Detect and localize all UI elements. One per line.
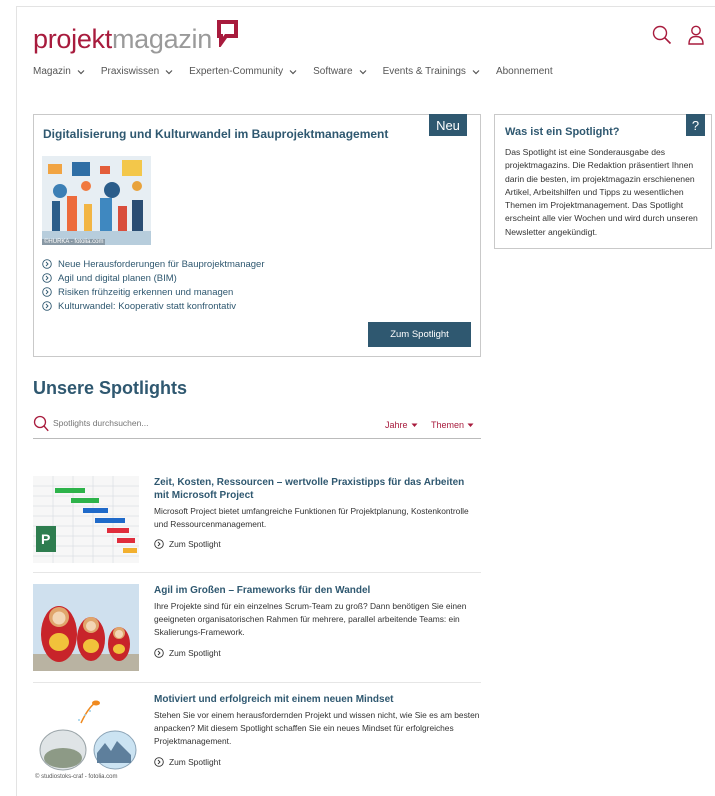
zum-spotlight-button[interactable]: Zum Spotlight <box>368 322 471 347</box>
nav-item-events-trainings[interactable]: Events & Trainings <box>383 66 480 77</box>
feature-image[interactable]: ©HURKA - fotolia.com <box>42 156 151 245</box>
list-item[interactable]: Neue Herausforderungen für Bauprojektman… <box>42 257 265 271</box>
chevron-circle-icon <box>42 273 52 283</box>
spotlight-image[interactable]: © studiostoks-craf - fotolia.com <box>33 693 139 780</box>
zum-spotlight-link[interactable]: Zum Spotlight <box>154 648 221 658</box>
nav-label: Praxiswissen <box>100 66 160 77</box>
chevron-circle-icon <box>42 287 52 297</box>
search-icon[interactable] <box>33 415 49 432</box>
bullet-text: Neue Herausforderungen für Bauprojektman… <box>58 258 265 270</box>
logo-text: projektmagazin <box>33 26 212 53</box>
svg-text:P: P <box>41 531 50 547</box>
zum-spotlight-link[interactable]: Zum Spotlight <box>154 757 221 767</box>
spotlight-search-bar: Jahre Themen <box>33 414 481 439</box>
info-box-text: Das Spotlight ist eine Sonderausgabe des… <box>505 147 698 237</box>
new-badge: Neu <box>429 114 467 136</box>
zum-spotlight-link[interactable]: Zum Spotlight <box>154 539 221 549</box>
nav-label: Abonnement <box>495 66 553 77</box>
chevron-down-icon <box>411 423 418 427</box>
chevron-down-icon <box>359 69 366 74</box>
logo-part-projekt: projekt <box>33 24 112 54</box>
chevron-circle-icon <box>42 259 52 269</box>
info-box-title: Was ist ein Spotlight? <box>505 126 620 138</box>
chevron-circle-icon <box>154 757 164 767</box>
spotlight-info-box: ? Was ist ein Spotlight? Das Spotlight i… <box>494 114 712 249</box>
chevron-down-icon <box>289 69 297 74</box>
list-item[interactable]: Risiken frühzeitig erkennen und managen <box>42 285 265 299</box>
question-badge: ? <box>686 114 705 136</box>
spotlight-description: Stehen Sie vor einem herausfordernden Pr… <box>154 710 480 746</box>
feature-spotlight-box: Neu Digitalisierung und Kulturwandel im … <box>33 114 481 357</box>
filter-years-dropdown[interactable]: Jahre <box>385 420 418 430</box>
link-label: Zum Spotlight <box>169 539 221 549</box>
feature-bullet-list: Neue Herausforderungen für Bauprojektman… <box>42 257 265 313</box>
nav-item-praxiswissen[interactable]: Praxiswissen <box>101 66 173 77</box>
nav-item-software[interactable]: Software <box>313 66 366 77</box>
spotlight-title[interactable]: Agil im Großen – Frameworks für den Wand… <box>154 584 479 597</box>
bullet-text: Agil und digital planen (BIM) <box>58 272 177 284</box>
divider <box>33 572 481 573</box>
chevron-circle-icon <box>154 539 164 549</box>
spotlight-title[interactable]: Motiviert und erfolgreich mit einem neue… <box>154 693 479 706</box>
image-credit: © studiostoks-craf - fotolia.com <box>33 774 120 780</box>
spotlight-list-item: Agil im Großen – Frameworks für den Wand… <box>33 584 481 674</box>
feature-image-illustration <box>42 156 151 245</box>
bullet-text: Risiken frühzeitig erkennen und managen <box>58 286 234 298</box>
nav-item-magazin[interactable]: Magazin <box>33 66 85 77</box>
chevron-down-icon <box>467 423 474 427</box>
spotlight-image[interactable]: P <box>33 476 139 563</box>
filter-label: Jahre <box>385 420 408 430</box>
feature-title[interactable]: Digitalisierung und Kulturwandel im Baup… <box>43 127 388 141</box>
chevron-down-icon <box>77 69 85 74</box>
chevron-down-icon <box>472 69 480 74</box>
spotlight-search-input[interactable] <box>53 418 253 428</box>
chevron-circle-icon <box>42 301 52 311</box>
spotlight-description: Microsoft Project bietet umfangreiche Fu… <box>154 506 469 529</box>
nav-item-abonnement[interactable]: Abonnement <box>496 66 553 77</box>
fishbowl-illustration <box>33 693 139 780</box>
spotlight-description: Ihre Projekte sind für ein einzelnes Scr… <box>154 601 467 637</box>
spotlight-image[interactable] <box>33 584 139 671</box>
nav-label: Magazin <box>33 66 71 77</box>
list-item[interactable]: Agil und digital planen (BIM) <box>42 271 265 285</box>
bullet-text: Kulturwandel: Kooperativ statt konfronta… <box>58 300 236 312</box>
list-item[interactable]: Kulturwandel: Kooperativ statt konfronta… <box>42 299 265 313</box>
user-icon[interactable] <box>685 24 707 46</box>
link-label: Zum Spotlight <box>169 648 221 658</box>
spotlight-title[interactable]: Zeit, Kosten, Ressourcen – wertvolle Pra… <box>154 476 479 502</box>
search-icon[interactable] <box>651 24 673 46</box>
nav-label: Experten-Community <box>189 66 284 77</box>
chevron-down-icon <box>165 69 173 74</box>
site-logo[interactable]: projektmagazin <box>33 17 238 53</box>
spotlight-list-item: © studiostoks-craf - fotolia.com Motivie… <box>33 693 481 783</box>
logo-mark-icon <box>216 20 238 47</box>
matryoshka-illustration <box>33 584 139 671</box>
logo-part-magazin: magazin <box>111 24 212 54</box>
link-label: Zum Spotlight <box>169 757 221 767</box>
chevron-circle-icon <box>154 648 164 658</box>
nav-label: Software <box>313 66 353 77</box>
spotlight-list-item: P Zeit, Kosten, Ressourcen – wertvolle P… <box>33 476 481 566</box>
nav-label: Events & Trainings <box>382 66 466 77</box>
image-credit: ©HURKA - fotolia.com <box>42 239 106 245</box>
main-nav: Magazin Praxiswissen Experten-Community … <box>33 66 569 77</box>
nav-item-experten-community[interactable]: Experten-Community <box>189 66 297 77</box>
divider <box>33 682 481 683</box>
gantt-chart-illustration: P <box>33 476 139 563</box>
filter-label: Themen <box>431 420 465 430</box>
section-title: Unsere Spotlights <box>33 378 188 398</box>
filter-topics-dropdown[interactable]: Themen <box>431 420 474 430</box>
